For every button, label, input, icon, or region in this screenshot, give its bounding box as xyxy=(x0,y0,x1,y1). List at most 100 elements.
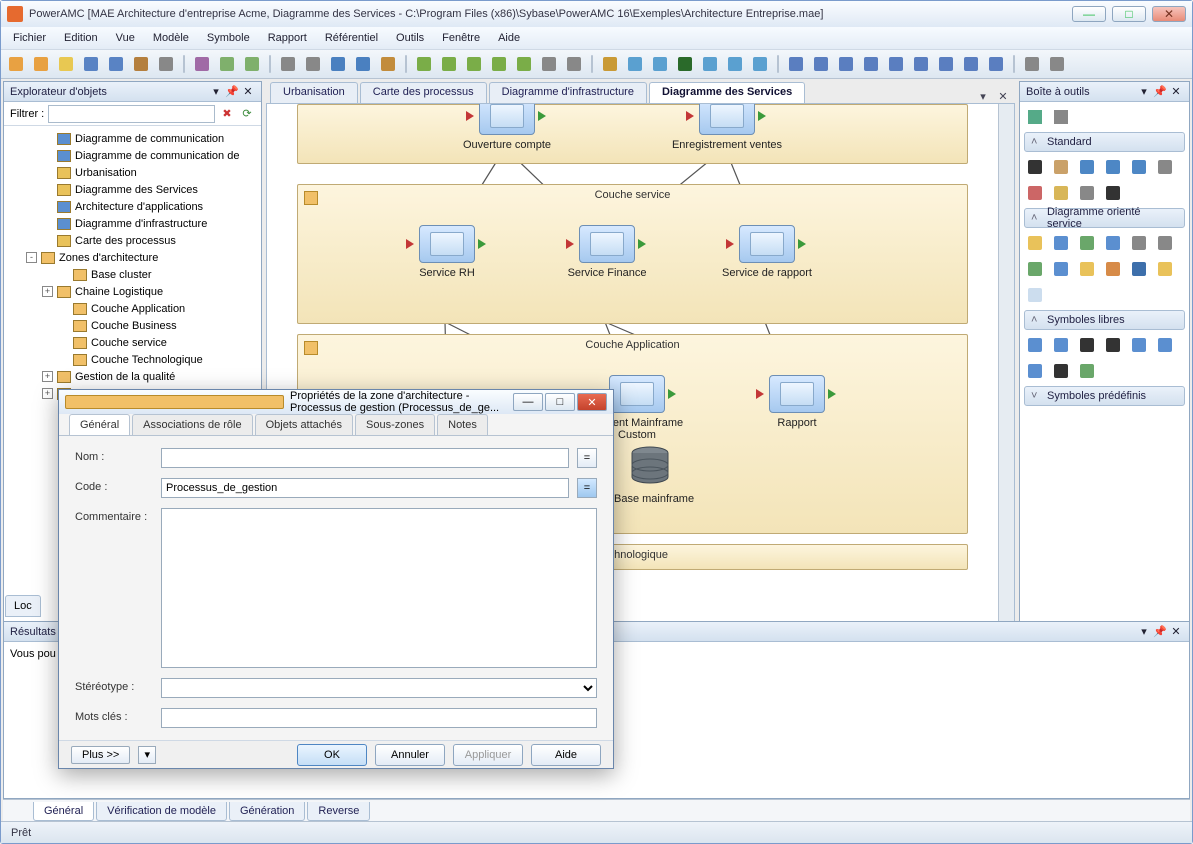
more-button[interactable]: Plus >> xyxy=(71,746,130,764)
tree-item[interactable]: +Chaine Logistique xyxy=(8,283,261,300)
toolbar-button-42[interactable] xyxy=(985,53,1007,75)
tree-item[interactable]: Base cluster xyxy=(8,266,261,283)
comment-textarea[interactable] xyxy=(161,508,597,668)
dropdown-icon[interactable]: ▾ xyxy=(1137,625,1151,639)
toolbar-button-30[interactable] xyxy=(699,53,721,75)
toolbar-button-35[interactable] xyxy=(810,53,832,75)
tool-actor[interactable] xyxy=(1102,258,1124,280)
toolbar-button-8[interactable] xyxy=(191,53,213,75)
toolbox-group-header[interactable]: ˅Symboles prédéfinis xyxy=(1024,386,1185,406)
pin-icon[interactable]: 📌 xyxy=(1153,85,1167,99)
toolbar-button-15[interactable] xyxy=(352,53,374,75)
menu-vue[interactable]: Vue xyxy=(108,30,143,46)
close-panel-icon[interactable]: ✕ xyxy=(1169,85,1183,99)
toolbox-view-icon[interactable] xyxy=(1024,106,1046,128)
diagram-node[interactable]: Enregistrement ventes xyxy=(698,104,756,151)
results-tab[interactable]: Général xyxy=(33,802,94,821)
architecture-zone[interactable]: Couche serviceService RHService FinanceS… xyxy=(297,184,968,324)
toolbar-button-13[interactable] xyxy=(302,53,324,75)
tool-cut[interactable] xyxy=(1024,182,1046,204)
toolbar-button-44[interactable] xyxy=(1021,53,1043,75)
tree-item[interactable]: -Zones d'architecture xyxy=(8,249,261,266)
pin-icon[interactable]: 📌 xyxy=(1153,625,1167,639)
tree-item[interactable]: Couche Business xyxy=(8,317,261,334)
toolbar-button-29[interactable] xyxy=(674,53,696,75)
menu-rapport[interactable]: Rapport xyxy=(260,30,315,46)
toolbar-button-36[interactable] xyxy=(835,53,857,75)
menu-fichier[interactable]: Fichier xyxy=(5,30,54,46)
tool-cap[interactable] xyxy=(1024,360,1046,382)
toolbar-button-16[interactable] xyxy=(377,53,399,75)
diagram-node[interactable]: Rapport xyxy=(768,375,826,429)
dialog-maximize-button[interactable]: □ xyxy=(545,393,575,411)
menu-icon[interactable]: ▾ xyxy=(138,746,156,764)
tool-zoom-in[interactable] xyxy=(1076,156,1098,178)
tool-in[interactable] xyxy=(1128,258,1150,280)
tool-note[interactable] xyxy=(1076,258,1098,280)
toolbar-button-0[interactable] xyxy=(5,53,27,75)
toolbar-button-6[interactable] xyxy=(155,53,177,75)
menu-référentiel[interactable]: Référentiel xyxy=(317,30,386,46)
nom-input[interactable] xyxy=(161,448,569,468)
dropdown-icon[interactable]: ▾ xyxy=(209,85,223,99)
results-tab[interactable]: Reverse xyxy=(307,802,370,821)
tree-item[interactable]: Couche Technologique xyxy=(8,351,261,368)
tool-link[interactable] xyxy=(1050,258,1072,280)
toolbar-button-45[interactable] xyxy=(1046,53,1068,75)
toolbox-view-icon[interactable] xyxy=(1050,106,1072,128)
pin-icon[interactable]: 📌 xyxy=(225,85,239,99)
dialog-minimize-button[interactable]: — xyxy=(513,393,543,411)
menu-aide[interactable]: Aide xyxy=(490,30,528,46)
toolbox-group-header[interactable]: ˄Symboles libres xyxy=(1024,310,1185,330)
toolbar-button-26[interactable] xyxy=(599,53,621,75)
tool-out[interactable] xyxy=(1154,258,1176,280)
toolbar-button-38[interactable] xyxy=(885,53,907,75)
diagram-node[interactable]: Service de rapport xyxy=(738,225,796,279)
tool-lasso[interactable] xyxy=(1154,156,1176,178)
toolbar-button-1[interactable] xyxy=(30,53,52,75)
clear-filter-icon[interactable]: ✖ xyxy=(219,106,235,122)
tool-box1[interactable] xyxy=(1024,232,1046,254)
tool-doc[interactable] xyxy=(1024,284,1046,306)
toolbar-button-4[interactable] xyxy=(105,53,127,75)
toolbar-button-14[interactable] xyxy=(327,53,349,75)
toolbar-button-5[interactable] xyxy=(130,53,152,75)
toolbox-group-header[interactable]: ˄Standard xyxy=(1024,132,1185,152)
toolbar-button-22[interactable] xyxy=(513,53,535,75)
toolbox-panel-header[interactable]: Boîte à outils ▾ 📌 ✕ xyxy=(1020,82,1189,102)
toolbar-button-20[interactable] xyxy=(463,53,485,75)
menu-fenêtre[interactable]: Fenêtre xyxy=(434,30,488,46)
architecture-zone[interactable]: Ouverture compteEnregistrement ventes xyxy=(297,104,968,164)
toolbar-button-24[interactable] xyxy=(563,53,585,75)
tree-item[interactable]: Diagramme d'infrastructure xyxy=(8,215,261,232)
tool-box5[interactable] xyxy=(1128,232,1150,254)
results-tab[interactable]: Génération xyxy=(229,802,305,821)
tool-poly[interactable] xyxy=(1050,360,1072,382)
tree-item[interactable]: Couche Application xyxy=(8,300,261,317)
toolbar-button-2[interactable] xyxy=(55,53,77,75)
diagram-node[interactable]: e Client Mainframe Custom xyxy=(608,375,666,441)
toolbar-button-34[interactable] xyxy=(785,53,807,75)
doc-tab[interactable]: Diagramme d'infrastructure xyxy=(489,82,647,103)
menu-edition[interactable]: Edition xyxy=(56,30,106,46)
menu-modèle[interactable]: Modèle xyxy=(145,30,197,46)
toolbar-button-28[interactable] xyxy=(649,53,671,75)
maximize-button[interactable]: □ xyxy=(1112,6,1146,22)
local-tab[interactable]: Loc xyxy=(5,595,41,617)
tool-rect[interactable] xyxy=(1024,334,1046,356)
tab-control-icon[interactable]: ✕ xyxy=(995,90,1011,103)
ok-button[interactable]: OK xyxy=(297,744,367,766)
close-panel-icon[interactable]: ✕ xyxy=(1169,625,1183,639)
apply-button[interactable]: Appliquer xyxy=(453,744,523,766)
toolbar-button-18[interactable] xyxy=(413,53,435,75)
diagram-node[interactable]: Service Finance xyxy=(578,225,636,279)
nom-sync-button[interactable]: = xyxy=(577,448,597,468)
tool-zoom-fit[interactable] xyxy=(1128,156,1150,178)
code-sync-button[interactable]: = xyxy=(577,478,597,498)
tool-ellipse[interactable] xyxy=(1128,334,1150,356)
explorer-panel-header[interactable]: Explorateur d'objets ▾ 📌 ✕ xyxy=(4,82,261,102)
toolbar-button-3[interactable] xyxy=(80,53,102,75)
close-panel-icon[interactable]: ✕ xyxy=(241,85,255,99)
database-node[interactable] xyxy=(628,445,672,489)
filter-input[interactable] xyxy=(48,105,215,123)
